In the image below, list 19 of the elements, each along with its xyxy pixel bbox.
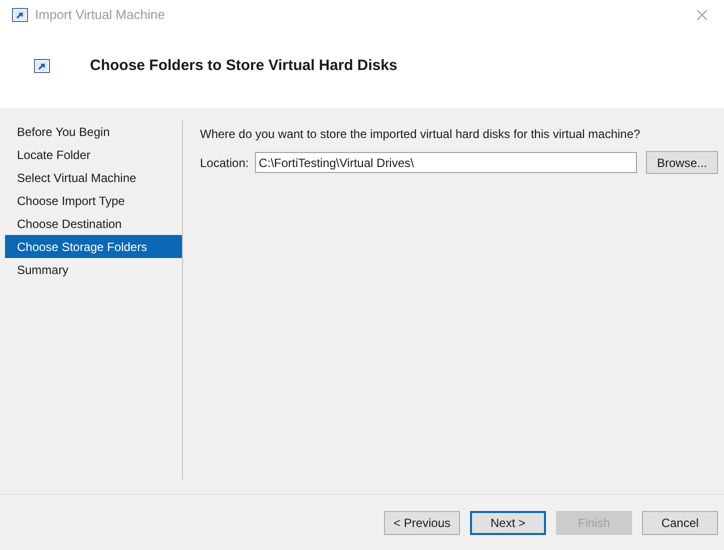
- header-icon: [34, 59, 50, 73]
- dialog-button[interactable]: Next >: [470, 510, 546, 534]
- location-label: Location:: [200, 154, 249, 172]
- wizard-step[interactable]: Select Virtual Machine: [5, 166, 182, 189]
- close-icon: [697, 10, 707, 20]
- wizard-step[interactable]: Choose Storage Folders: [5, 235, 182, 258]
- browse-button[interactable]: Browse...: [646, 151, 718, 174]
- window-title: Import Virtual Machine: [35, 6, 165, 24]
- wizard-step[interactable]: Choose Destination: [5, 212, 182, 235]
- location-field[interactable]: C:\FortiTesting\Virtual Drives\: [254, 152, 637, 173]
- page-heading: Choose Folders to Store Virtual Hard Disks: [90, 56, 398, 76]
- wizard-step[interactable]: Locate Folder: [5, 143, 182, 166]
- question-text: Where do you want to store the imported virtual hard disks for this virtual machine?: [200, 126, 642, 143]
- wizard-step[interactable]: Choose Import Type: [5, 189, 182, 212]
- dialog-button[interactable]: < Previous: [384, 510, 460, 534]
- wizard-step[interactable]: Before You Begin: [5, 120, 182, 143]
- wizard-step[interactable]: Summary: [5, 258, 182, 281]
- window-icon: [12, 8, 28, 22]
- dialog-button[interactable]: Cancel: [642, 510, 718, 534]
